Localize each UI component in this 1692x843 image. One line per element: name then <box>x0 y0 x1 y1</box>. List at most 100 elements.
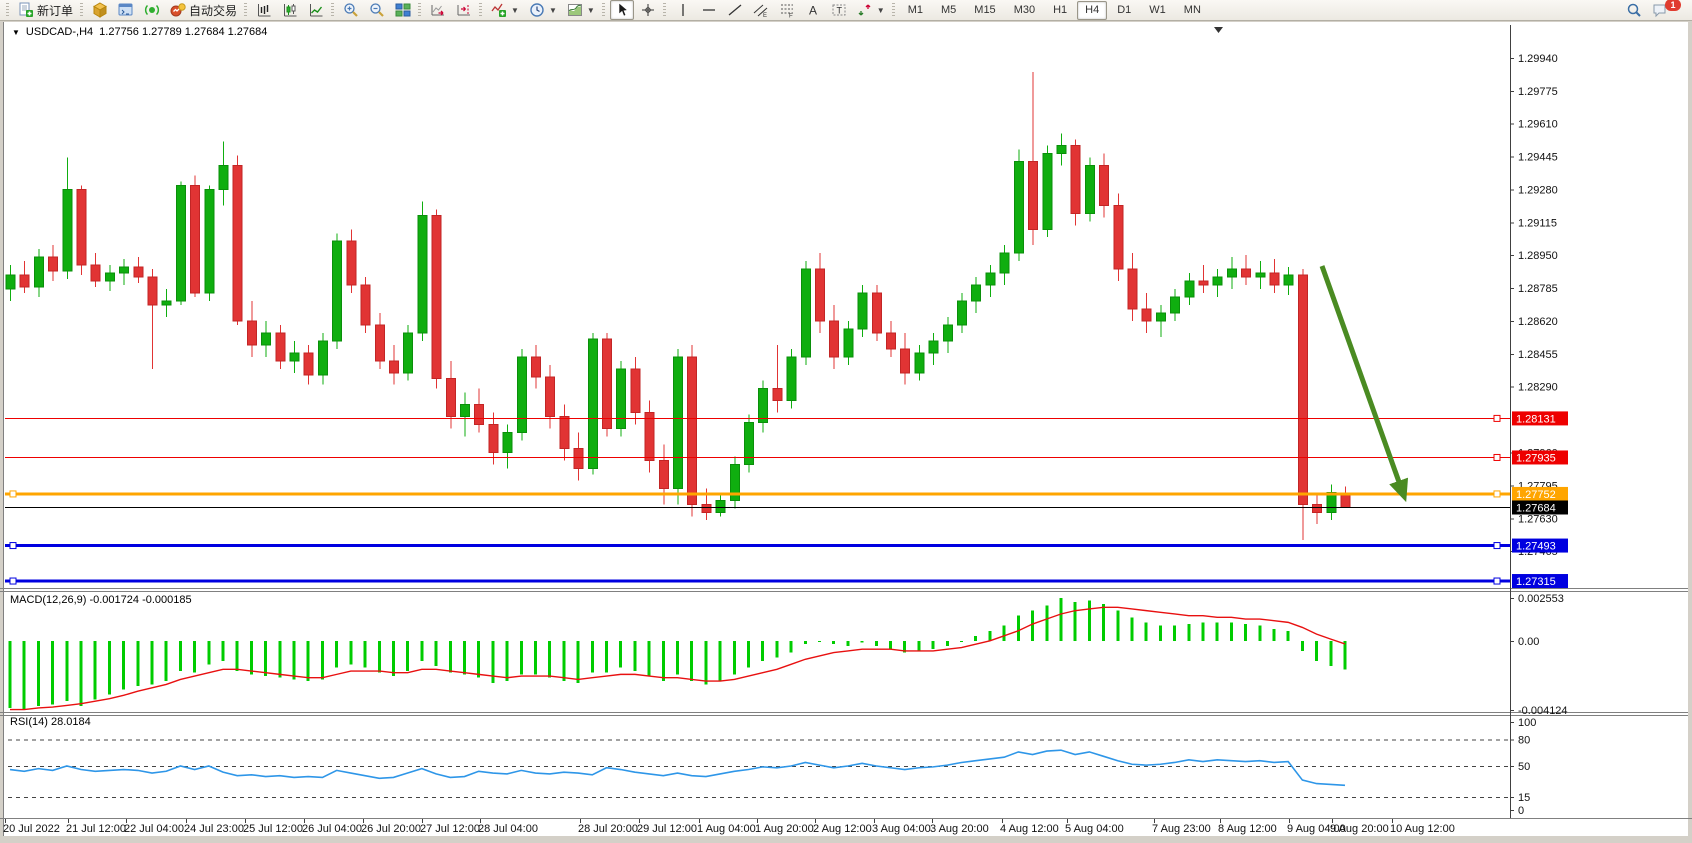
candle-body <box>588 339 597 469</box>
red-hline-1[interactable]: 1.28131 <box>5 411 1568 425</box>
signals-button[interactable] <box>140 0 164 20</box>
zoom-in-button[interactable] <box>339 0 363 20</box>
auto-scroll-button[interactable] <box>426 0 450 20</box>
candle-body <box>986 273 995 285</box>
candle-body <box>446 379 455 417</box>
candle-body <box>375 325 384 361</box>
chart-window[interactable]: 1.299401.297751.296101.294451.292801.291… <box>0 22 1692 843</box>
trendline-button[interactable] <box>723 0 747 20</box>
autotrading-button-label: 自动交易 <box>189 2 237 19</box>
blue-hline-2[interactable]: 1.27315 <box>5 574 1568 588</box>
main-toolbar: 新订单 自动交易 ▼ ▼ ▼ EFAT ▼ M1M5M15M30H1H4D1W1MN 1 <box>0 0 1692 21</box>
bar-chart-button[interactable] <box>252 0 276 20</box>
chart-shift-marker-icon[interactable] <box>1214 27 1223 33</box>
macd-bar <box>193 641 196 673</box>
chart-canvas[interactable]: 1.299401.297751.296101.294451.292801.291… <box>0 22 1692 843</box>
candle-body <box>915 353 924 373</box>
rsi-line <box>10 750 1345 785</box>
line-handle[interactable] <box>1494 578 1500 584</box>
indicators-button[interactable]: ▼ <box>487 0 523 20</box>
line-handle[interactable] <box>10 543 16 549</box>
arrows-button[interactable]: ▼ <box>853 0 889 20</box>
channel-button[interactable]: E <box>749 0 773 20</box>
new-order-button[interactable]: 新订单 <box>14 0 77 20</box>
horizontal-line-button[interactable] <box>697 0 721 20</box>
fibonacci-button[interactable]: F <box>775 0 799 20</box>
crosshair-button[interactable] <box>636 0 660 20</box>
text-label-button[interactable]: T <box>827 0 851 20</box>
price-tick-label: 1.28785 <box>1518 283 1558 295</box>
market-depth-button[interactable] <box>88 0 112 20</box>
candle-body <box>333 241 342 341</box>
timeframe-D1[interactable]: D1 <box>1109 1 1139 20</box>
chart-shift-button[interactable] <box>452 0 476 20</box>
candle-body <box>1029 162 1038 230</box>
price-axis[interactable]: 1.299401.297751.296101.294451.292801.291… <box>1510 53 1558 558</box>
timeframe-H4[interactable]: H4 <box>1077 1 1107 20</box>
red-hline-2[interactable]: 1.27935 <box>5 450 1568 464</box>
timeframe-W1[interactable]: W1 <box>1141 1 1174 20</box>
candlestick-chart-button[interactable] <box>278 0 302 20</box>
chart-candles-icon <box>282 2 298 18</box>
tline-icon <box>727 2 743 18</box>
chart-line-icon <box>308 2 324 18</box>
cursor-icon <box>614 2 630 18</box>
timeframe-H1[interactable]: H1 <box>1045 1 1075 20</box>
macd-bar <box>477 641 480 678</box>
indicators-icon <box>491 2 507 18</box>
search-button[interactable] <box>1622 0 1646 20</box>
candle-body <box>631 369 640 413</box>
line-handle[interactable] <box>10 491 16 497</box>
candle-body <box>602 339 611 429</box>
macd-bar <box>406 641 409 671</box>
trend-arrow[interactable] <box>1322 266 1404 496</box>
candle-body <box>674 357 683 489</box>
line-handle[interactable] <box>1494 415 1500 421</box>
candle-body <box>531 357 540 377</box>
macd-bar <box>932 641 935 649</box>
timeframe-MN[interactable]: MN <box>1176 1 1209 20</box>
line-handle[interactable] <box>10 578 16 584</box>
metaeditor-button[interactable] <box>114 0 138 20</box>
chevron-down-icon[interactable]: ▼ <box>549 6 557 15</box>
macd-bar <box>662 641 665 681</box>
time-tick-label: 26 Jul 04:00 <box>302 823 362 835</box>
macd-bar <box>889 641 892 649</box>
line-chart-button[interactable] <box>304 0 328 20</box>
macd-bar <box>577 641 580 683</box>
candle-body <box>858 293 867 329</box>
chevron-down-icon[interactable]: ▼ <box>587 6 595 15</box>
price-tick-label: 1.28620 <box>1518 316 1558 328</box>
timeframe-M15[interactable]: M15 <box>966 1 1003 20</box>
vertical-line-button[interactable] <box>671 0 695 20</box>
candle-body <box>1213 277 1222 285</box>
blue-hline-1[interactable]: 1.27493 <box>5 539 1568 553</box>
autotrading-button[interactable]: 自动交易 <box>166 0 241 20</box>
candle-body <box>517 357 526 433</box>
line-handle[interactable] <box>1494 543 1500 549</box>
tile-windows-button[interactable] <box>391 0 415 20</box>
macd-bar <box>1003 626 1006 641</box>
chat-button[interactable]: 1 <box>1648 0 1685 20</box>
line-handle[interactable] <box>1494 491 1500 497</box>
timeframe-M30[interactable]: M30 <box>1006 1 1043 20</box>
timeframe-M1[interactable]: M1 <box>900 1 931 20</box>
macd-bar <box>165 641 168 681</box>
candle-body <box>1043 154 1052 230</box>
text-button[interactable]: A <box>801 0 825 20</box>
chevron-down-icon[interactable]: ▼ <box>511 6 519 15</box>
macd-bar <box>1074 602 1077 641</box>
macd-bar <box>349 641 352 664</box>
macd-bar <box>378 641 381 673</box>
time-axis[interactable]: 20 Jul 202221 Jul 12:0022 Jul 04:0024 Ju… <box>3 819 1455 835</box>
time-tick-label: 1 Aug 04:00 <box>697 823 756 835</box>
macd-bar <box>250 641 253 675</box>
chevron-down-icon[interactable]: ▼ <box>877 6 885 15</box>
time-tick-label: 2 Aug 12:00 <box>813 823 872 835</box>
periods-button[interactable]: ▼ <box>525 0 561 20</box>
cursor-button[interactable] <box>610 0 634 20</box>
timeframe-M5[interactable]: M5 <box>933 1 964 20</box>
line-handle[interactable] <box>1494 454 1500 460</box>
templates-button[interactable]: ▼ <box>563 0 599 20</box>
zoom-out-button[interactable] <box>365 0 389 20</box>
